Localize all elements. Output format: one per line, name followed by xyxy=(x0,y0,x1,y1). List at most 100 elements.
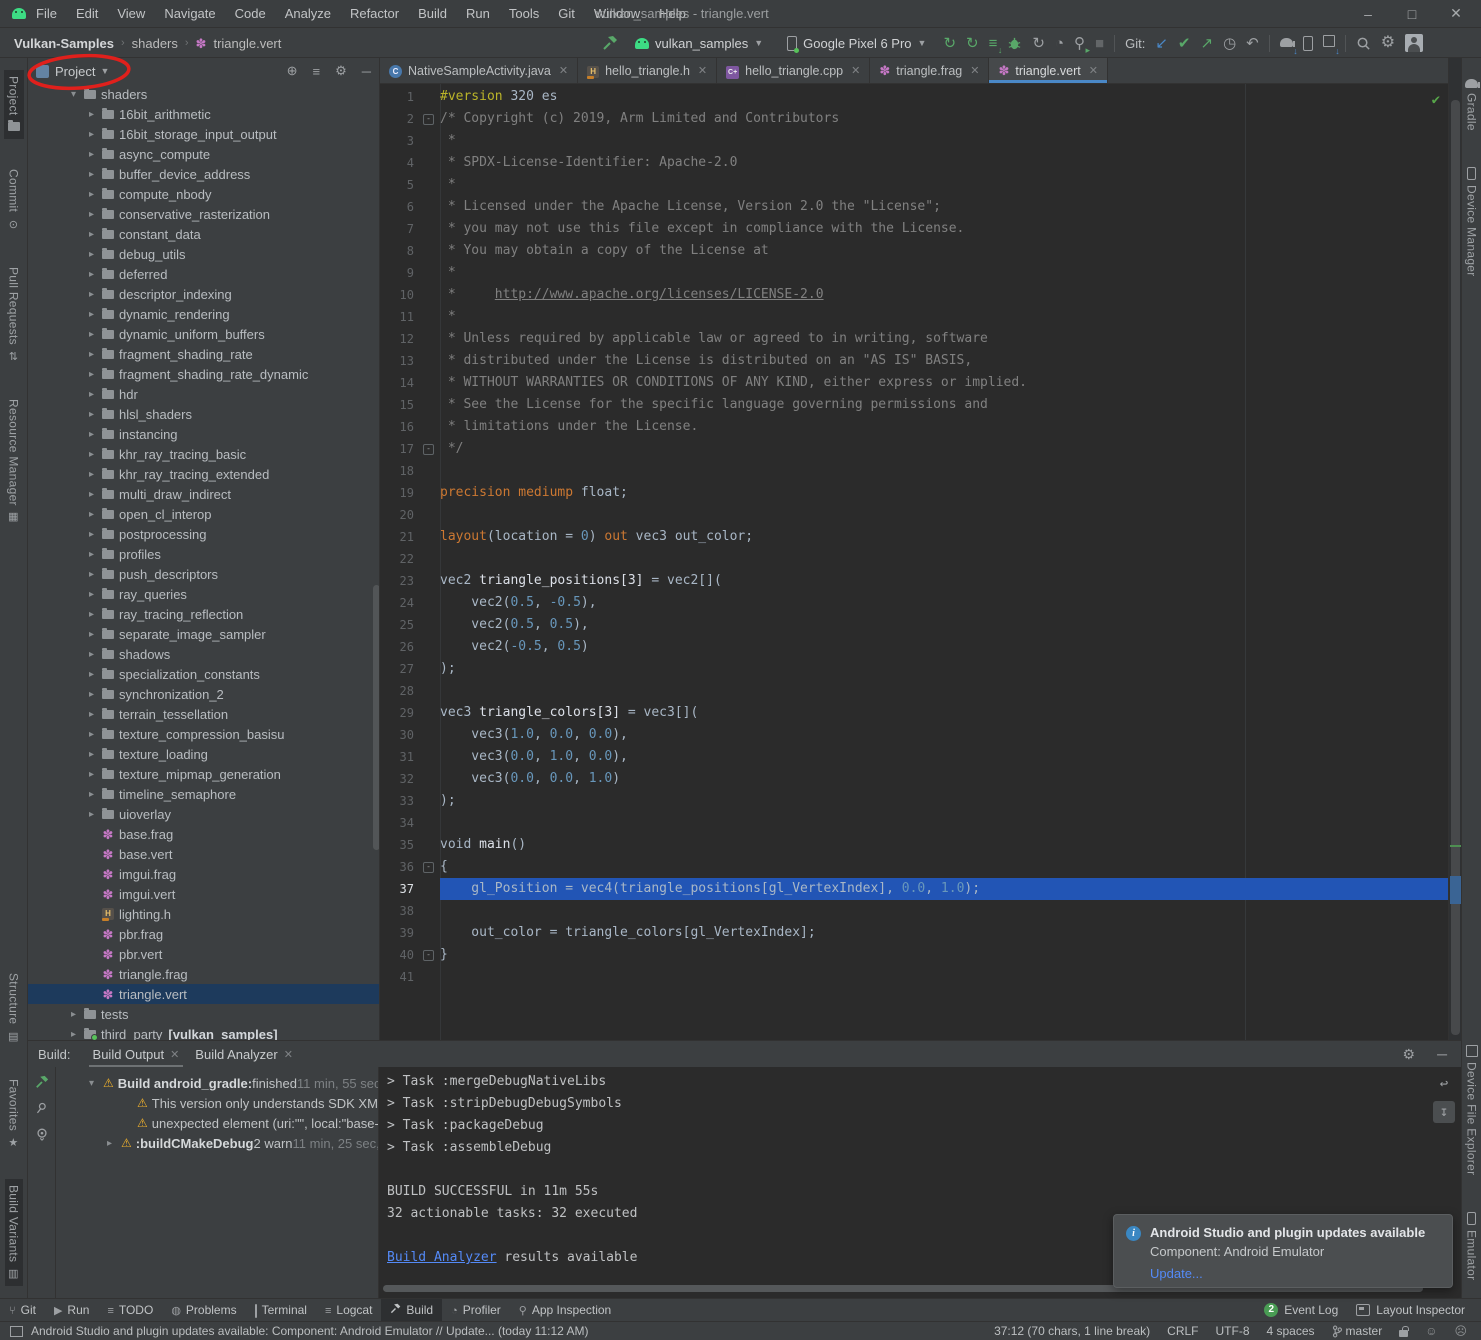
chevron-right-icon[interactable]: ▸ xyxy=(84,369,99,380)
build-tree-row[interactable]: ▾⚠Build android_gradle: finished11 min, … xyxy=(56,1073,378,1093)
menu-item-navigate[interactable]: Navigate xyxy=(164,6,215,21)
device-select[interactable]: Google Pixel 6 Pro ▼ xyxy=(780,33,933,53)
rollback-icon[interactable]: ↶ xyxy=(1246,36,1259,51)
chevron-right-icon[interactable]: ▸ xyxy=(84,229,99,240)
tool-stripe-button-project[interactable]: Project xyxy=(4,70,24,139)
code-line[interactable]: 36-{ xyxy=(380,856,1448,878)
editor-tab-nativesampleactivity-java[interactable]: CNativeSampleActivity.java✕ xyxy=(380,58,578,83)
tree-item-buffer-device-address[interactable]: ▸buffer_device_address xyxy=(28,164,379,184)
chevron-down-icon[interactable]: ▾ xyxy=(66,89,81,100)
tree-item-triangle-vert[interactable]: ✽triangle.vert xyxy=(28,984,379,1004)
tool-window-button-logcat[interactable]: ≡Logcat xyxy=(316,1299,381,1321)
tool-stripe-button-device-manager[interactable]: Device Manager xyxy=(1463,161,1481,283)
tree-item-fragment-shading-rate-dynamic[interactable]: ▸fragment_shading_rate_dynamic xyxy=(28,364,379,384)
chevron-right-icon[interactable]: ▸ xyxy=(84,389,99,400)
code-line[interactable]: 2-/* Copyright (c) 2019, Arm Limited and… xyxy=(380,108,1448,130)
collapse-all-icon[interactable]: ≡ xyxy=(313,64,321,79)
code-line[interactable]: 39 out_color = triangle_colors[gl_Vertex… xyxy=(380,922,1448,944)
tree-item-base-frag[interactable]: ✽base.frag xyxy=(28,824,379,844)
tool-window-button-terminal[interactable]: Terminal xyxy=(246,1299,316,1321)
chevron-right-icon[interactable]: ▸ xyxy=(84,489,99,500)
tree-item-tests[interactable]: ▸tests xyxy=(28,1004,379,1024)
chevron-right-icon[interactable]: ▸ xyxy=(84,469,99,480)
tab-close-icon[interactable]: ✕ xyxy=(970,64,979,77)
code-line[interactable]: 25 vec2(0.5, 0.5), xyxy=(380,614,1448,636)
chevron-right-icon[interactable]: ▸ xyxy=(84,629,99,640)
code-line[interactable]: 15 * See the License for the specific la… xyxy=(380,394,1448,416)
fold-end-icon[interactable]: - xyxy=(423,444,434,455)
status-message[interactable]: Android Studio and plugin updates availa… xyxy=(31,1324,588,1338)
chevron-right-icon[interactable]: ▸ xyxy=(102,1138,117,1149)
tree-item-hlsl-shaders[interactable]: ▸hlsl_shaders xyxy=(28,404,379,424)
breadcrumb-file[interactable]: triangle.vert xyxy=(213,36,281,51)
build-hide-icon[interactable]: ─ xyxy=(1437,1046,1447,1063)
chevron-right-icon[interactable]: ▸ xyxy=(84,769,99,780)
notification-popup[interactable]: i Android Studio and plugin updates avai… xyxy=(1113,1214,1453,1288)
profile-gauge-icon[interactable]: ◔ xyxy=(1055,36,1064,51)
chevron-right-icon[interactable]: ▸ xyxy=(84,729,99,740)
tree-item-hdr[interactable]: ▸hdr xyxy=(28,384,379,404)
fold-collapse-icon[interactable]: - xyxy=(423,114,434,125)
code-line[interactable]: 31 vec3(0.0, 1.0, 0.0), xyxy=(380,746,1448,768)
menu-item-file[interactable]: File xyxy=(36,6,57,21)
code-line[interactable]: 37 gl_Position = vec4(triangle_positions… xyxy=(380,878,1448,900)
tree-item-pbr-frag[interactable]: ✽pbr.frag xyxy=(28,924,379,944)
tree-item-terrain-tessellation[interactable]: ▸terrain_tessellation xyxy=(28,704,379,724)
chevron-right-icon[interactable]: ▸ xyxy=(84,429,99,440)
layout-inspector-button[interactable]: Layout Inspector xyxy=(1356,1303,1465,1317)
code-line[interactable]: 29vec3 triangle_colors[3] = vec3[]( xyxy=(380,702,1448,724)
build-tree-row[interactable]: ▸⚠:buildCMakeDebug 2 warn11 min, 25 sec,… xyxy=(56,1133,378,1153)
code-editor[interactable]: ✔ 1#version 320 es2-/* Copyright (c) 201… xyxy=(380,84,1448,1040)
tree-item-16bit-storage-input-output[interactable]: ▸16bit_storage_input_output xyxy=(28,124,379,144)
scroll-to-end-icon[interactable]: ↧ xyxy=(1433,1101,1455,1123)
tree-item-dynamic-uniform-buffers[interactable]: ▸dynamic_uniform_buffers xyxy=(28,324,379,344)
chevron-right-icon[interactable]: ▸ xyxy=(84,529,99,540)
editor-tab-triangle-vert[interactable]: ✽triangle.vert✕ xyxy=(989,58,1107,83)
indent-setting[interactable]: 4 spaces xyxy=(1267,1324,1315,1338)
chevron-right-icon[interactable]: ▸ xyxy=(84,789,99,800)
tab-close-icon[interactable]: ✕ xyxy=(559,64,568,77)
tree-item-conservative-rasterization[interactable]: ▸conservative_rasterization xyxy=(28,204,379,224)
tree-item-imgui-frag[interactable]: ✽imgui.frag xyxy=(28,864,379,884)
line-separator[interactable]: CRLF xyxy=(1167,1324,1198,1338)
filter-eye-icon[interactable] xyxy=(35,1127,49,1141)
chevron-right-icon[interactable]: ▸ xyxy=(84,129,99,140)
soft-wrap-icon[interactable]: ↩ xyxy=(1433,1073,1455,1095)
expand-settings-icon[interactable]: ⚙ xyxy=(335,63,347,79)
tool-window-button-git[interactable]: ⑂Git xyxy=(0,1299,45,1321)
tree-item-texture-compression-basisu[interactable]: ▸texture_compression_basisu xyxy=(28,724,379,744)
tree-item-lighting-h[interactable]: Hlighting.h xyxy=(28,904,379,924)
code-line[interactable]: 17- */ xyxy=(380,438,1448,460)
tab-close-icon[interactable]: ✕ xyxy=(851,64,860,77)
readonly-lock-icon[interactable] xyxy=(1399,1330,1408,1337)
code-line[interactable]: 41 xyxy=(380,966,1448,988)
run-button[interactable]: ↻ xyxy=(943,36,956,51)
locate-file-icon[interactable]: ⊕ xyxy=(287,63,298,79)
editor-tab-hello-triangle-cpp[interactable]: C+hello_triangle.cpp✕ xyxy=(717,58,870,83)
code-line[interactable]: 14 * WITHOUT WARRANTIES OR CONDITIONS OF… xyxy=(380,372,1448,394)
tree-item-shadows[interactable]: ▸shadows xyxy=(28,644,379,664)
editor-scrollbar[interactable] xyxy=(1448,58,1461,1040)
build-tab-build-analyzer[interactable]: Build Analyzer✕ xyxy=(187,1041,301,1067)
tool-stripe-button-device-file-explorer[interactable]: Device File Explorer xyxy=(1463,1039,1481,1181)
build-hammer-icon[interactable] xyxy=(602,35,618,51)
chevron-right-icon[interactable]: ▸ xyxy=(84,669,99,680)
chevron-right-icon[interactable]: ▸ xyxy=(84,749,99,760)
tree-item-texture-loading[interactable]: ▸texture_loading xyxy=(28,744,379,764)
update-link[interactable]: Update... xyxy=(1150,1266,1203,1281)
chevron-right-icon[interactable]: ▸ xyxy=(66,1029,81,1040)
code-line[interactable]: 1#version 320 es xyxy=(380,86,1448,108)
build-tree-row[interactable]: ⚠This version only understands SDK XML v… xyxy=(56,1093,378,1113)
fold-end-icon[interactable]: - xyxy=(423,950,434,961)
code-line[interactable]: 26 vec2(-0.5, 0.5) xyxy=(380,636,1448,658)
tool-window-button-problems[interactable]: ◍Problems xyxy=(162,1299,245,1321)
pin-icon[interactable] xyxy=(35,1101,48,1115)
code-line[interactable]: 11 * xyxy=(380,306,1448,328)
tree-item-third-party[interactable]: ▸third_party[vulkan_samples] xyxy=(28,1024,379,1040)
menu-item-tools[interactable]: Tools xyxy=(509,6,539,21)
tree-item-separate-image-sampler[interactable]: ▸separate_image_sampler xyxy=(28,624,379,644)
fold-collapse-icon[interactable]: - xyxy=(423,862,434,873)
menu-item-run[interactable]: Run xyxy=(466,6,490,21)
tree-item-ray-queries[interactable]: ▸ray_queries xyxy=(28,584,379,604)
build-tree-row[interactable]: ⚠unexpected element (uri:"", local:"base… xyxy=(56,1113,378,1133)
